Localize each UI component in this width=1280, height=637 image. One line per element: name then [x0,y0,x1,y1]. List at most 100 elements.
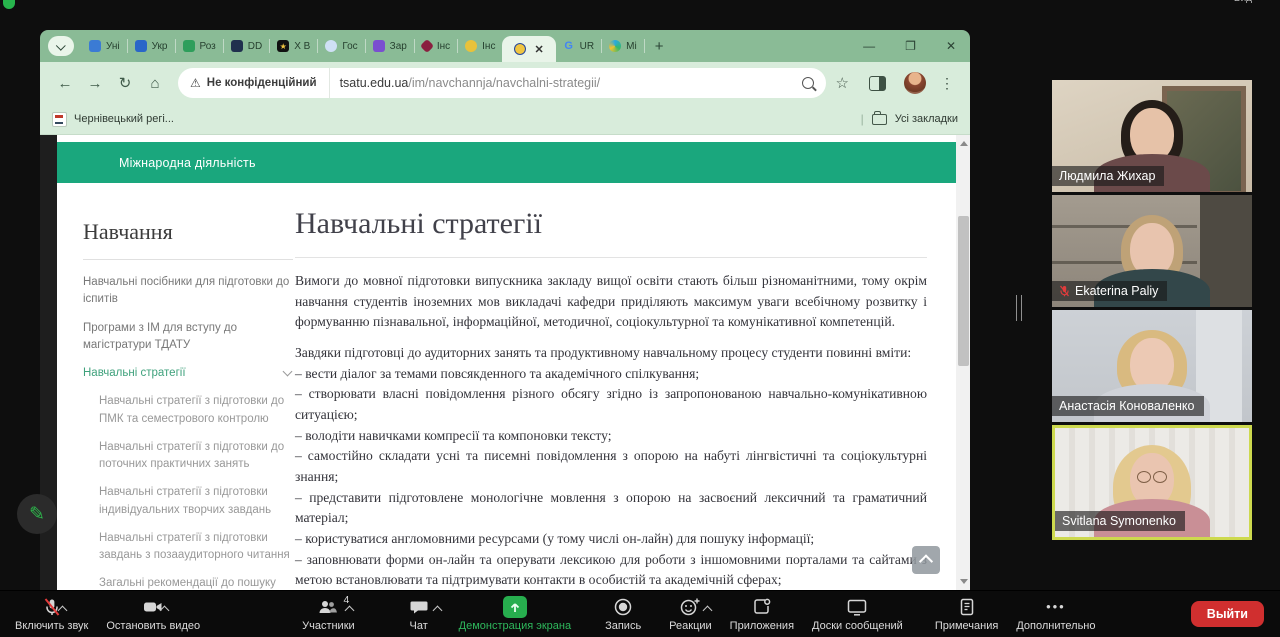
notes-button[interactable]: Примечания [926,591,1008,637]
bullet-line: – самостійно складати усні та писемні по… [295,448,927,484]
unmute-button[interactable]: Включить звук [6,591,97,637]
participants-button[interactable]: 4 Участники [293,591,364,637]
chat-button[interactable]: Чат [400,591,443,637]
browser-tab[interactable]: Укр [128,30,175,62]
side-panel-icon[interactable] [869,75,886,91]
scroll-to-top-button[interactable] [912,546,940,574]
participants-panel: Людмила Жихар Ekaterina Paliy Анастасія … [1052,80,1252,543]
browser-tab[interactable]: Уні [82,30,127,62]
zoom-page-icon[interactable] [801,77,814,89]
browser-tab[interactable]: DD [224,30,269,62]
annotate-button[interactable]: ✎ [17,494,57,534]
whiteboard-icon [846,596,868,618]
browser-menu-icon[interactable]: ⋮ [940,75,954,92]
chevron-up-icon [918,554,934,569]
panel-resize-handle[interactable] [1016,295,1022,321]
browser-tab[interactable]: G UR [556,30,601,62]
stop-video-button[interactable]: Остановить видео [97,591,209,637]
sidebar-link-active[interactable]: Навчальні стратегії [83,365,293,382]
tab-search-button[interactable] [48,36,74,56]
bullet-line: – заповнювати форми он-лайн та оперувати… [295,551,927,588]
bookmark-item[interactable]: Чернівецький регі... [74,113,174,125]
reactions-button[interactable]: Реакции [660,591,721,637]
chevron-up-icon[interactable] [344,605,355,616]
article: Навчальні стратегії Вимоги до мовної під… [295,207,927,590]
browser-tab[interactable]: Мі [602,30,644,62]
all-bookmarks-button[interactable]: Усі закладки [895,113,958,125]
back-button[interactable]: ← [50,75,80,92]
security-badge[interactable]: ⚠ Не конфіденційний [178,68,330,98]
close-tab-icon[interactable]: ✕ [534,43,543,56]
profile-avatar[interactable] [904,72,926,94]
sidebar-link[interactable]: Навчальні посібники для підготовки до іс… [83,274,293,309]
browser-toolbar: ← → ↻ ⌂ ⚠ Не конфіденційний tsatu.edu.ua… [40,62,970,104]
bookmark-star-icon[interactable]: ☆ [836,74,849,92]
close-button[interactable]: ✕ [946,40,956,52]
site-sidebar: Навчання Навчальні посібники для підгото… [83,219,293,590]
shared-screen-browser: Уні Укр Роз DD ★ Х В Гос Зар Інс Інс ✕ GU… [40,30,970,590]
sidebar-sublink[interactable]: Навчальні стратегії з підготовки до ПМК … [99,393,293,428]
chevron-up-icon[interactable] [432,605,443,616]
minimize-button[interactable]: — [863,40,875,52]
chat-icon [409,596,443,618]
mic-muted-icon [42,596,68,618]
window-controls: — ❐ ✕ [863,30,956,62]
tab-favicon [230,40,243,52]
browser-tab[interactable]: Інс [415,30,457,62]
sidebar-sublink[interactable]: Загальні рекомендації до пошуку інформац… [99,575,293,590]
tab-favicon [89,40,101,52]
participant-name-label: Анастасія Коноваленко [1052,396,1204,416]
divider [295,257,927,258]
participant-video-active-speaker[interactable]: Svitlana Symonenko [1052,425,1252,540]
participant-name-label: Людмила Жихар [1052,166,1165,186]
active-tab[interactable]: ✕ [502,36,556,62]
browser-tab[interactable]: Зар [366,30,414,62]
sidebar-sublink[interactable]: Навчальні стратегії з підготовки індивід… [99,484,293,519]
bullet-line: – користуватися англомовними ресурсами (… [295,530,815,546]
more-dots-icon: ••• [1046,599,1066,614]
tab-favicon [372,40,385,52]
more-button[interactable]: ••• Дополнительно [1007,591,1104,637]
web-page: Міжнародна діяльність Навчання Навчальні… [40,135,970,590]
share-screen-button[interactable]: Демонстрация экрана [450,591,580,637]
browser-tab[interactable]: Роз [176,30,223,62]
browser-tab-strip: Уні Укр Роз DD ★ Х В Гос Зар Інс Інс ✕ GU… [40,30,970,62]
scroll-up-arrow[interactable] [959,141,968,146]
sidebar-sublink[interactable]: Навчальні стратегії з підготовки до пото… [99,439,293,474]
url-text[interactable]: tsatu.edu.ua/im/navchannja/navchalni-str… [340,76,601,90]
tab-favicon: ★ [277,40,290,52]
page-scrollbar[interactable] [956,135,970,590]
participant-video[interactable]: Ekaterina Paliy [1052,195,1252,307]
meeting-toolbar: Включить звук Остановить видео 4 Участни… [0,590,1280,637]
participant-video[interactable]: Людмила Жихар [1052,80,1252,192]
participant-video[interactable]: Анастасія Коноваленко [1052,310,1252,422]
site-header-banner: Міжнародна діяльність [57,142,956,183]
scrollbar-thumb[interactable] [957,216,969,366]
sidebar-link[interactable]: Програми з ІМ для вступу до магістратури… [83,320,293,355]
folder-icon [871,111,887,125]
browser-tab[interactable]: Гос [318,30,364,62]
maximize-button[interactable]: ❐ [905,40,916,52]
scroll-down-arrow[interactable] [959,579,968,584]
record-button[interactable]: Запись [596,591,650,637]
share-screen-icon [502,596,527,618]
view-button[interactable]: Вид [1234,0,1252,7]
whiteboards-button[interactable]: Доски сообщений [803,591,912,637]
record-icon [613,596,633,618]
reload-button[interactable]: ↻ [110,74,140,92]
sidebar-sublink[interactable]: Навчальні стратегії з підготовки завдань… [99,530,293,565]
tab-favicon [182,40,195,52]
browser-tab[interactable]: Інс [458,30,502,62]
leave-meeting-button[interactable]: Выйти [1190,601,1264,627]
new-tab-button[interactable]: + [645,38,674,55]
home-button[interactable]: ⌂ [140,75,170,92]
tab-favicon [514,43,527,55]
forward-button[interactable]: → [80,75,110,92]
reactions-icon [679,596,713,618]
camera-icon [142,596,170,618]
browser-tab[interactable]: ★ Х В [270,30,317,62]
chevron-up-icon[interactable] [702,605,713,616]
apps-button[interactable]: Приложения [721,591,803,637]
participant-name-label: Ekaterina Paliy [1052,281,1168,301]
address-bar[interactable]: ⚠ Не конфіденційний tsatu.edu.ua/im/navc… [178,68,826,98]
